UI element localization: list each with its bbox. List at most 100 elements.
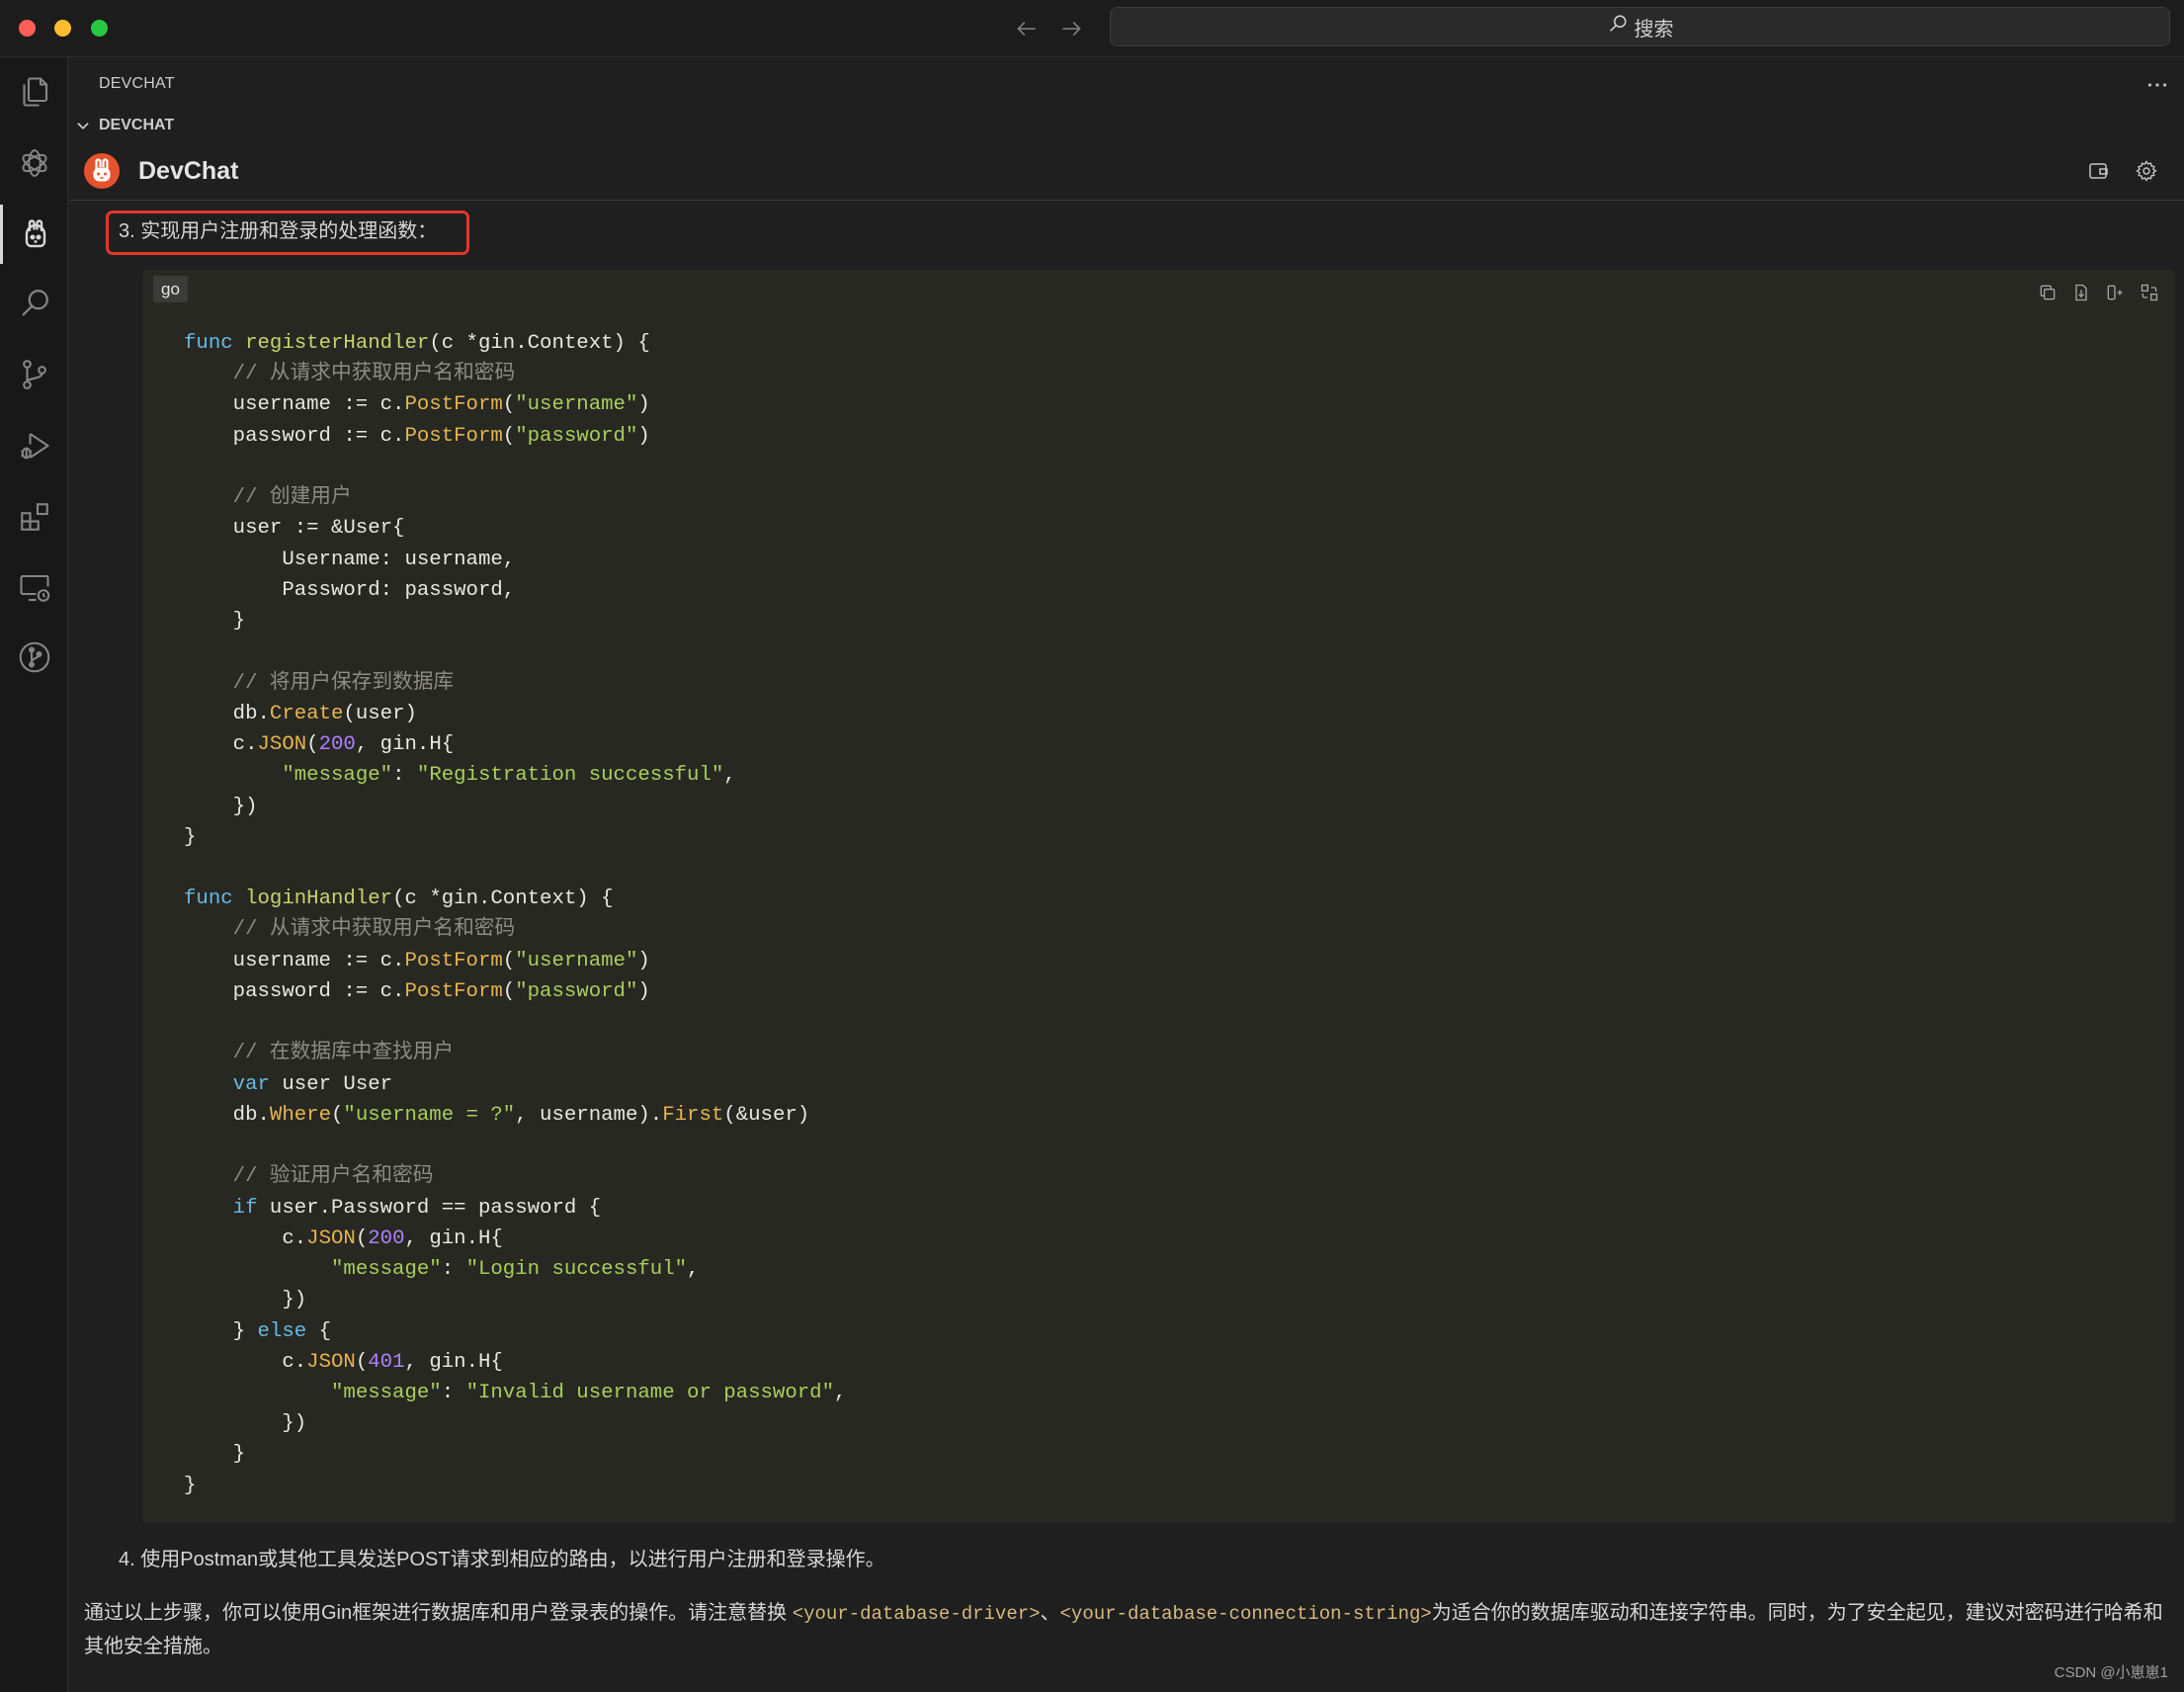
code-token: : xyxy=(441,1258,466,1282)
code-line: "message": "Registration successful", xyxy=(184,760,846,791)
command-center-search[interactable]: 搜索 xyxy=(1110,7,2170,46)
code-line: user := &User{ xyxy=(184,513,846,544)
code-line: }) xyxy=(184,1285,846,1315)
app-title: DevChat xyxy=(138,157,239,185)
new-chat-icon[interactable] xyxy=(2087,159,2111,183)
code-token: "message" xyxy=(282,764,393,788)
code-line: username := c.PostForm("username") xyxy=(184,389,846,420)
code-token: (c *gin.Context) { xyxy=(392,888,614,911)
code-line: } xyxy=(184,1439,846,1470)
code-line: password := c.PostForm("password") xyxy=(184,976,846,1007)
code-token: , xyxy=(687,1258,700,1282)
code-token: } xyxy=(184,610,246,634)
openai-icon[interactable] xyxy=(0,133,68,193)
arrow-left-icon[interactable] xyxy=(1014,16,1040,42)
code-line: // 在数据库中查找用户 xyxy=(184,1038,846,1068)
code-line: // 从请求中获取用户名和密码 xyxy=(184,914,846,945)
code-token: password := c. xyxy=(184,424,405,448)
search-icon xyxy=(1607,13,1629,41)
code-token: JSON xyxy=(257,733,307,757)
code-token: ( xyxy=(355,1227,369,1250)
ellipsis-icon[interactable] xyxy=(2144,72,2170,96)
code-token: JSON xyxy=(306,1350,356,1374)
code-token: loginHandler xyxy=(245,888,393,911)
code-token: // 验证用户名和密码 xyxy=(232,1165,434,1189)
code-token: c. xyxy=(184,1227,307,1250)
minimize-window-button[interactable] xyxy=(54,20,71,37)
chevron-down-icon[interactable] xyxy=(74,117,92,134)
code-line: }) xyxy=(184,792,846,822)
watermark: CSDN @小崽崽1 xyxy=(2054,1664,2168,1681)
git-graph-icon[interactable] xyxy=(0,628,68,687)
code-token: "username = ?" xyxy=(343,1103,516,1127)
code-token: , xyxy=(723,764,736,788)
code-token: (c *gin.Context) { xyxy=(429,332,650,355)
insert-code-icon[interactable] xyxy=(2105,283,2125,302)
source-control-icon[interactable] xyxy=(0,345,68,404)
devchat-rabbit-icon[interactable] xyxy=(0,205,68,264)
code-line: func registerHandler(c *gin.Context) { xyxy=(184,328,846,359)
code-token: var xyxy=(232,1072,270,1096)
code-line: "message": "Invalid username or password… xyxy=(184,1378,846,1408)
remote-explorer-icon[interactable] xyxy=(0,558,68,618)
summary-text: 、 xyxy=(1040,1602,1060,1624)
code-content[interactable]: func registerHandler(c *gin.Context) { /… xyxy=(184,328,846,1501)
code-token: JSON xyxy=(306,1227,356,1250)
code-token: PostForm xyxy=(404,979,503,1003)
extensions-icon[interactable] xyxy=(0,487,68,547)
section-header[interactable]: DEVCHAT xyxy=(99,114,174,137)
language-badge: go xyxy=(153,276,188,302)
inline-code: <your-database-connection-string> xyxy=(1059,1603,1432,1625)
code-token: PostForm xyxy=(404,393,503,417)
code-line: // 创建用户 xyxy=(184,482,846,513)
code-token: "Invalid username or password" xyxy=(465,1381,834,1404)
code-token: c. xyxy=(184,733,258,757)
code-token: "message" xyxy=(330,1381,442,1404)
code-token: Create xyxy=(269,702,344,725)
code-token: } xyxy=(184,825,197,849)
code-token: (&user) xyxy=(723,1103,810,1127)
code-token: password := c. xyxy=(184,979,405,1003)
copy-icon[interactable] xyxy=(2038,283,2058,302)
code-token: // 从请求中获取用户名和密码 xyxy=(232,918,516,942)
code-token: }) xyxy=(184,1289,307,1312)
code-token: ( xyxy=(330,1103,344,1127)
search-label: 搜索 xyxy=(1634,18,1674,41)
summary-paragraph: 通过以上步骤，你可以使用Gin框架进行数据库和用户登录表的操作。请注意替换 <y… xyxy=(84,1597,2164,1663)
code-token: else xyxy=(257,1319,307,1343)
search-icon[interactable] xyxy=(0,274,68,333)
insert-file-icon[interactable] xyxy=(2071,283,2091,302)
inline-code: <your-database-driver> xyxy=(792,1603,1041,1625)
code-line: }) xyxy=(184,1408,846,1439)
code-token: user := &User{ xyxy=(184,517,405,541)
settings-icon[interactable] xyxy=(2135,159,2158,183)
close-window-button[interactable] xyxy=(19,20,36,37)
code-line: Password: password, xyxy=(184,575,846,606)
code-token: ( xyxy=(502,424,516,448)
code-token: username := c. xyxy=(184,949,405,973)
code-token: { xyxy=(306,1319,332,1343)
code-token: ( xyxy=(355,1350,369,1374)
diff-icon[interactable] xyxy=(2140,283,2159,302)
code-token: , username). xyxy=(515,1103,663,1127)
code-token: user.Password == password { xyxy=(257,1196,602,1220)
code-token: (user) xyxy=(343,702,417,725)
code-token: ( xyxy=(502,949,516,973)
arrow-right-icon[interactable] xyxy=(1058,16,1084,42)
code-token: "password" xyxy=(515,979,638,1003)
files-icon[interactable] xyxy=(0,62,68,122)
code-line: "message": "Login successful", xyxy=(184,1254,846,1285)
run-debug-icon[interactable] xyxy=(0,416,68,475)
code-token: "password" xyxy=(515,424,638,448)
code-line: } xyxy=(184,1471,846,1501)
zoom-window-button[interactable] xyxy=(91,20,108,37)
